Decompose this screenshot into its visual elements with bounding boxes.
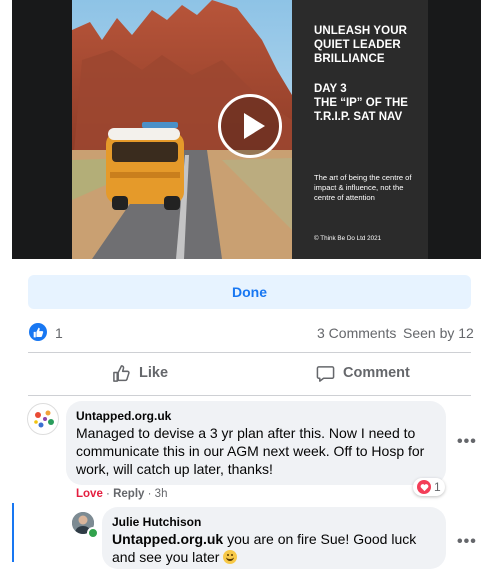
comment-text: Untapped.org.uk you are on fire Sue! Goo… [112,530,438,566]
comment-author[interactable]: Julie Hutchison [112,515,201,529]
slide-title: UNLEASH YOUR QUIET LEADER BRILLIANCE [314,25,407,65]
video-player[interactable]: UNLEASH YOUR QUIET LEADER BRILLIANCE DAY… [0,0,481,259]
comment-button[interactable]: Comment [316,360,410,386]
comment-meta: Love · Reply · 3h [76,488,167,500]
more-options-button[interactable]: ••• [457,433,477,451]
seen-by[interactable]: Seen by 12 [403,325,474,341]
slide-subtitle: THE “IP” OF THE T.R.I.P. SAT NAV [314,97,408,123]
like-label: Like [139,365,169,381]
slide-description: The art of being the centre of impact & … [314,173,412,202]
reaction-pill[interactable]: 1 [413,478,445,496]
done-button[interactable]: Done [28,275,471,309]
slide-copyright: © Think Be Do Ltd 2021 [314,235,382,242]
online-status-dot [87,527,99,539]
slide-day: DAY 3 THE “IP” OF THE T.R.I.P. SAT NAV [314,82,424,124]
comment-label: Comment [343,365,410,381]
reply-button[interactable]: Reply [113,488,144,500]
more-options-button[interactable]: ••• [457,533,477,551]
mention-link[interactable]: Untapped.org.uk [112,531,223,547]
comments-count[interactable]: 3 Comments [317,325,396,341]
divider [28,395,471,396]
slide-panel: UNLEASH YOUR QUIET LEADER BRILLIANCE DAY… [292,0,428,259]
meta-separator: · [106,488,110,500]
love-button[interactable]: Love [76,488,103,500]
heart-icon [417,480,431,494]
reaction-count: 1 [434,480,441,494]
play-icon [244,113,265,139]
comment-icon [316,365,335,382]
thumbs-up-icon[interactable] [29,323,47,341]
comment-time[interactable]: 3h [155,488,168,500]
like-count[interactable]: 1 [55,325,63,341]
thumbs-up-outline-icon [113,364,130,382]
thread-line [12,503,14,562]
like-button[interactable]: Like [112,360,168,386]
play-button[interactable] [218,94,282,158]
divider [28,352,471,353]
comment-text: Managed to devise a 3 yr plan after this… [76,425,425,477]
avatar[interactable] [27,403,59,435]
slide-day-label: DAY 3 [314,83,347,95]
comment-author[interactable]: Untapped.org.uk [76,409,171,423]
meta-separator: · [147,488,152,500]
